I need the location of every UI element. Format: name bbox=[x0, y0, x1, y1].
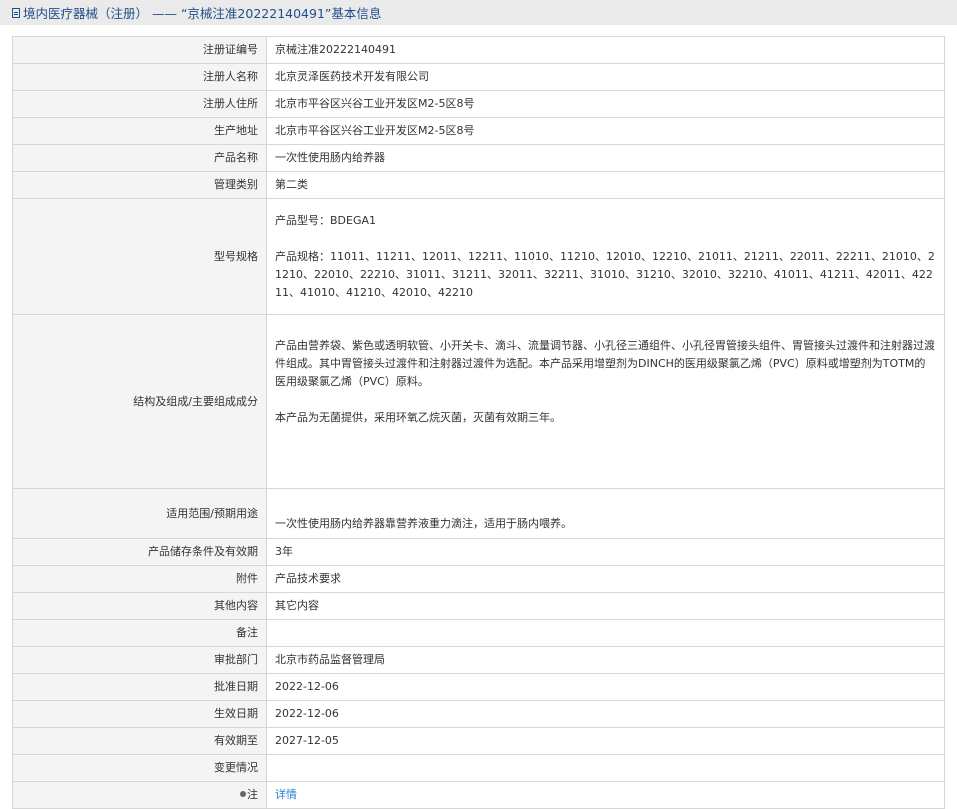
row-value: 北京市药品监督管理局 bbox=[266, 646, 945, 674]
row-label: 批准日期 bbox=[12, 673, 267, 701]
table-row: 批准日期 2022-12-06 bbox=[12, 673, 945, 701]
table-row: 注册证编号 京械注准20222140491 bbox=[12, 36, 945, 64]
info-table-wrapper: 注册证编号 京械注准20222140491 注册人名称 北京灵泽医药技术开发有限… bbox=[0, 25, 957, 809]
structure-paragraph: 产品由营养袋、紫色或透明软管、小开关卡、滴斗、流量调节器、小孔径三通组件、小孔径… bbox=[275, 339, 935, 388]
table-row-model: 型号规格 产品型号：BDEGA1 产品规格：11011、11211、12011、… bbox=[12, 198, 945, 315]
page-title: 境内医疗器械（注册） —— “京械注准20222140491”基本信息 bbox=[23, 6, 382, 21]
page-header: 境内医疗器械（注册） —— “京械注准20222140491”基本信息 bbox=[0, 0, 957, 25]
pin-icon bbox=[240, 791, 246, 797]
document-icon bbox=[12, 7, 20, 18]
row-label: 型号规格 bbox=[12, 198, 267, 315]
row-label: 产品名称 bbox=[12, 144, 267, 172]
model-number: 产品型号：BDEGA1 bbox=[275, 213, 377, 227]
table-row: 有效期至 2027-12-05 bbox=[12, 727, 945, 755]
table-row: 备注 bbox=[12, 619, 945, 647]
row-label: 变更情况 bbox=[12, 754, 267, 782]
table-row-structure: 结构及组成/主要组成成分 产品由营养袋、紫色或透明软管、小开关卡、滴斗、流量调节… bbox=[12, 314, 945, 489]
row-value-structure: 产品由营养袋、紫色或透明软管、小开关卡、滴斗、流量调节器、小孔径三通组件、小孔径… bbox=[266, 314, 945, 489]
row-label: 注册人名称 bbox=[12, 63, 267, 91]
table-row: 产品储存条件及有效期 3年 bbox=[12, 538, 945, 566]
table-row: 产品名称 一次性使用肠内给养器 bbox=[12, 144, 945, 172]
row-value: 北京灵泽医药技术开发有限公司 bbox=[266, 63, 945, 91]
note-label: 注 bbox=[247, 788, 258, 801]
row-label: 注册证编号 bbox=[12, 36, 267, 64]
structure-paragraph: 本产品为无菌提供，采用环氧乙烷灭菌，灭菌有效期三年。 bbox=[275, 411, 561, 424]
row-value: 北京市平谷区兴谷工业开发区M2-5区8号 bbox=[266, 90, 945, 118]
row-value: 一次性使用肠内给养器靠营养液重力滴注，适用于肠内喂养。 bbox=[266, 488, 945, 539]
row-label: 生产地址 bbox=[12, 117, 267, 145]
row-value: 产品技术要求 bbox=[266, 565, 945, 593]
row-value: 一次性使用肠内给养器 bbox=[266, 144, 945, 172]
row-value bbox=[266, 619, 945, 647]
row-label-note: 注 bbox=[12, 781, 267, 809]
row-label: 附件 bbox=[12, 565, 267, 593]
table-row: 其他内容 其它内容 bbox=[12, 592, 945, 620]
row-label: 注册人住所 bbox=[12, 90, 267, 118]
details-link[interactable]: 详情 bbox=[275, 788, 297, 801]
row-value: 京械注准20222140491 bbox=[266, 36, 945, 64]
row-label: 管理类别 bbox=[12, 171, 267, 199]
table-row: 注册人名称 北京灵泽医药技术开发有限公司 bbox=[12, 63, 945, 91]
row-value: 北京市平谷区兴谷工业开发区M2-5区8号 bbox=[266, 117, 945, 145]
info-table: 注册证编号 京械注准20222140491 注册人名称 北京灵泽医药技术开发有限… bbox=[12, 36, 945, 809]
row-label: 备注 bbox=[12, 619, 267, 647]
table-row: 审批部门 北京市药品监督管理局 bbox=[12, 646, 945, 674]
table-row: 管理类别 第二类 bbox=[12, 171, 945, 199]
row-label: 结构及组成/主要组成成分 bbox=[12, 314, 267, 489]
table-row: 注册人住所 北京市平谷区兴谷工业开发区M2-5区8号 bbox=[12, 90, 945, 118]
row-value: 3年 bbox=[266, 538, 945, 566]
row-value: 2027-12-05 bbox=[266, 727, 945, 755]
row-value: 2022-12-06 bbox=[266, 673, 945, 701]
table-row: 变更情况 bbox=[12, 754, 945, 782]
table-row: 附件 产品技术要求 bbox=[12, 565, 945, 593]
row-value: 其它内容 bbox=[266, 592, 945, 620]
table-row: 生产地址 北京市平谷区兴谷工业开发区M2-5区8号 bbox=[12, 117, 945, 145]
row-label: 生效日期 bbox=[12, 700, 267, 728]
table-row: 生效日期 2022-12-06 bbox=[12, 700, 945, 728]
row-label: 适用范围/预期用途 bbox=[12, 488, 267, 539]
row-label: 产品储存条件及有效期 bbox=[12, 538, 267, 566]
model-specs: 产品规格：11011、11211、12011、12211、11010、11210… bbox=[275, 249, 935, 299]
table-row-note: 注 详情 bbox=[12, 781, 945, 809]
row-label: 其他内容 bbox=[12, 592, 267, 620]
row-value: 2022-12-06 bbox=[266, 700, 945, 728]
row-value-model: 产品型号：BDEGA1 产品规格：11011、11211、12011、12211… bbox=[266, 198, 945, 315]
row-label: 审批部门 bbox=[12, 646, 267, 674]
row-value bbox=[266, 754, 945, 782]
table-row-use: 适用范围/预期用途 一次性使用肠内给养器靠营养液重力滴注，适用于肠内喂养。 bbox=[12, 488, 945, 539]
row-value-note: 详情 bbox=[266, 781, 945, 809]
row-label: 有效期至 bbox=[12, 727, 267, 755]
row-value: 第二类 bbox=[266, 171, 945, 199]
